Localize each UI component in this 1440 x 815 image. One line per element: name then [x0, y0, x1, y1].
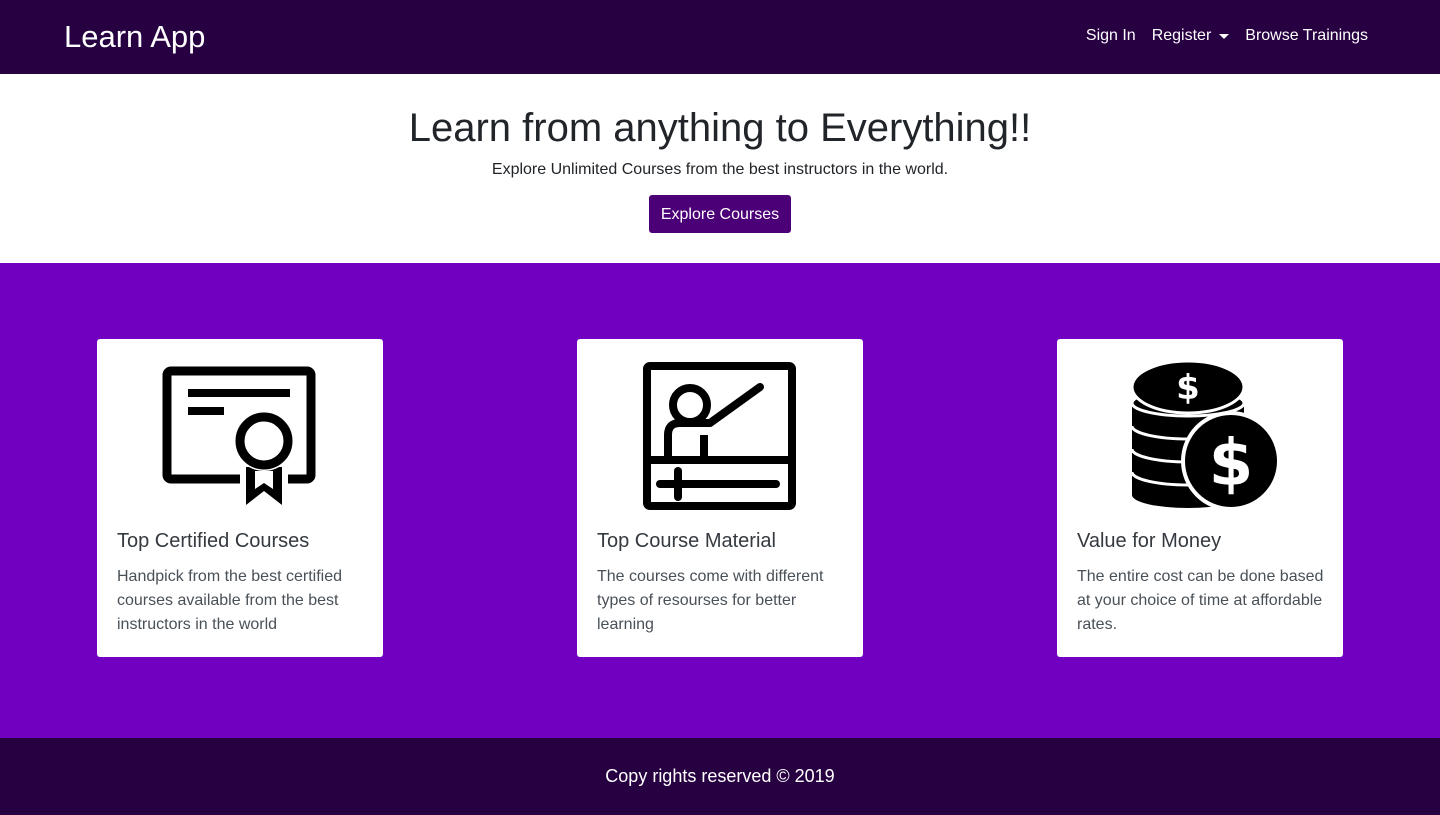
- brand-logo[interactable]: Learn App: [64, 17, 205, 57]
- explore-courses-button[interactable]: Explore Courses: [649, 195, 791, 233]
- nav-sign-in[interactable]: Sign In: [1086, 25, 1136, 47]
- feature-title: Top Course Material: [597, 530, 776, 552]
- copyright-text: Copy rights reserved © 2019: [605, 766, 835, 786]
- navbar: Learn App Sign In Register Browse Traini…: [0, 0, 1440, 74]
- certificate-icon: [162, 366, 316, 505]
- nav-register-label: Register: [1151, 27, 1212, 44]
- features-section: Top Certified Courses Handpick from the …: [0, 263, 1440, 738]
- feature-card-material: Top Course Material The courses come wit…: [577, 339, 863, 657]
- hero-title: Learn from anything to Everything!!: [408, 106, 1032, 150]
- feature-text: Handpick from the best certified courses…: [117, 568, 342, 633]
- coins-dollar-icon: $ $: [1130, 359, 1280, 511]
- chevron-down-icon: [1219, 33, 1230, 39]
- presentation-icon: [643, 362, 796, 510]
- feature-text: The entire cost can be done based at you…: [1077, 568, 1324, 633]
- footer: Copy rights reserved © 2019: [0, 738, 1440, 815]
- feature-card-value: $ $ Value for Money The entire cost can …: [1057, 339, 1343, 657]
- hero: Learn from anything to Everything!! Expl…: [0, 74, 1440, 263]
- nav-register-dropdown[interactable]: Register: [1152, 25, 1230, 47]
- feature-title: Top Certified Courses: [117, 530, 310, 552]
- nav-links: Sign In Register Browse Trainings: [1070, 25, 1368, 47]
- svg-text:$: $: [1176, 368, 1200, 408]
- hero-subtitle: Explore Unlimited Courses from the best …: [491, 161, 949, 178]
- nav-browse-trainings[interactable]: Browse Trainings: [1245, 25, 1368, 47]
- svg-text:$: $: [1209, 427, 1254, 501]
- feature-text: The courses come with different types of…: [597, 568, 824, 633]
- feature-title: Value for Money: [1077, 530, 1222, 552]
- feature-card-certified: Top Certified Courses Handpick from the …: [97, 339, 383, 657]
